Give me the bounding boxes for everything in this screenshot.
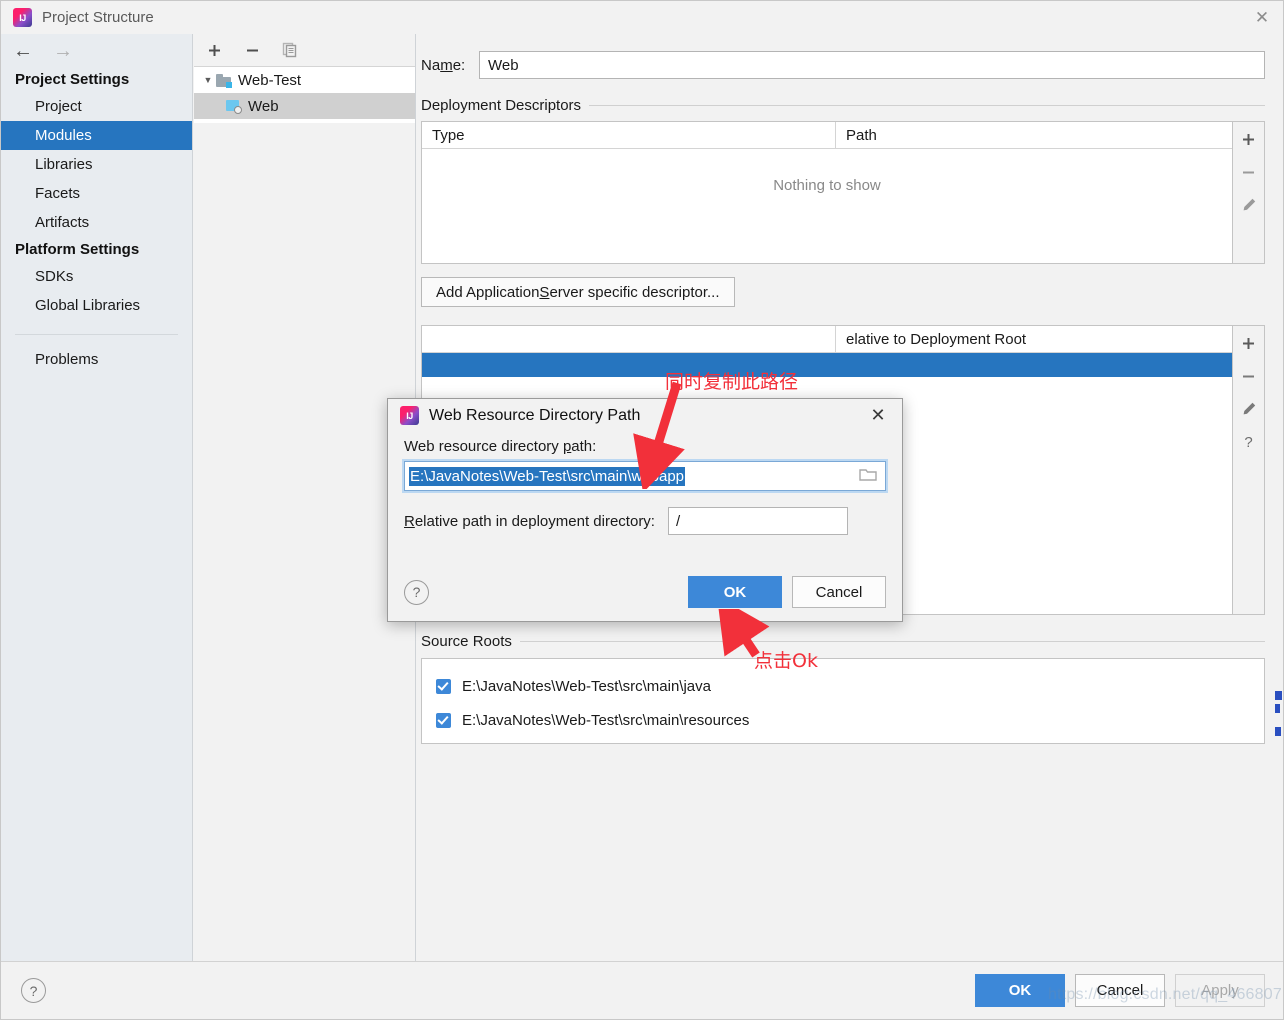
help-icon[interactable]: ? bbox=[21, 978, 46, 1003]
modal-ok-button[interactable]: OK bbox=[688, 576, 782, 608]
source-root-checkbox[interactable] bbox=[436, 678, 451, 694]
add-descriptor-icon[interactable] bbox=[1238, 128, 1260, 150]
table-row[interactable] bbox=[422, 353, 1232, 377]
remove-module-icon[interactable] bbox=[241, 39, 263, 61]
annotation-copy-path: 同时复制此路径 bbox=[665, 371, 799, 393]
add-web-resource-icon[interactable] bbox=[1238, 332, 1260, 354]
column-header-path-relative-to-deployment-root[interactable]: elative to Deployment Root bbox=[836, 326, 1232, 352]
deployment-descriptors-table: Type Path Nothing to show bbox=[421, 121, 1233, 264]
web-resource-directory-path-dialog: Web Resource Directory Path ✕ Web resour… bbox=[387, 398, 903, 622]
module-tree-panel: ▼ Web-Test Web bbox=[194, 34, 416, 963]
tree-node-web-test[interactable]: ▼ Web-Test bbox=[194, 67, 415, 93]
sidebar-group-platform-settings: Platform Settings bbox=[15, 241, 140, 258]
section-divider bbox=[519, 641, 1265, 642]
sidebar-item-project[interactable]: Project bbox=[1, 92, 192, 121]
annotation-click-ok: 点击Ok bbox=[754, 650, 818, 672]
back-arrow-icon[interactable]: ← bbox=[13, 41, 33, 61]
module-name-label: Name: bbox=[421, 56, 466, 74]
chevron-down-icon[interactable]: ▼ bbox=[200, 75, 216, 85]
add-module-icon[interactable] bbox=[203, 39, 225, 61]
table-header: Type Path bbox=[422, 122, 1232, 149]
tree-node-web[interactable]: Web bbox=[194, 93, 415, 119]
settings-sidebar: ← → Project Settings Project Modules Lib… bbox=[1, 34, 193, 963]
sidebar-item-libraries[interactable]: Libraries bbox=[1, 150, 192, 179]
watermark: https://blog.csdn.net/qq_46680711 bbox=[1048, 986, 1284, 1003]
web-resource-help-icon[interactable]: ? bbox=[1238, 431, 1260, 453]
sidebar-item-sdks[interactable]: SDKs bbox=[1, 262, 192, 291]
tree-node-label: Web bbox=[248, 97, 279, 115]
add-application-server-descriptor-button[interactable]: Add Application Server specific descript… bbox=[421, 277, 735, 307]
deployment-descriptors-table-wrap: Type Path Nothing to show bbox=[421, 121, 1265, 264]
window-titlebar: Project Structure ✕ bbox=[1, 1, 1283, 34]
browse-folder-icon[interactable] bbox=[859, 467, 877, 485]
relative-path-row: Relative path in deployment directory: bbox=[404, 507, 886, 535]
column-header-path[interactable]: Path bbox=[836, 122, 1232, 148]
list-item[interactable]: E:\JavaNotes\Web-Test\src\main\java bbox=[436, 669, 1264, 703]
column-header-type[interactable]: Type bbox=[422, 122, 836, 148]
project-structure-window: Project Structure ✕ ← → Project Settings… bbox=[0, 0, 1284, 1020]
navigation-arrows: ← → bbox=[1, 34, 192, 67]
sidebar-item-problems[interactable]: Problems bbox=[1, 345, 192, 374]
close-icon[interactable]: ✕ bbox=[1239, 1, 1283, 34]
modal-help-icon[interactable]: ? bbox=[404, 579, 429, 605]
remove-web-resource-icon[interactable] bbox=[1238, 365, 1260, 387]
relative-path-label: Relative path in deployment directory: bbox=[404, 512, 655, 530]
copy-module-icon[interactable] bbox=[279, 39, 301, 61]
web-module-icon bbox=[226, 99, 242, 114]
source-root-checkbox[interactable] bbox=[436, 712, 451, 728]
web-resource-directory-path-input[interactable]: E:\JavaNotes\Web-Test\src\main\webapp bbox=[402, 459, 888, 493]
source-roots-list: E:\JavaNotes\Web-Test\src\main\java E:\J… bbox=[421, 658, 1265, 744]
source-roots-header: Source Roots bbox=[421, 633, 1265, 650]
intellij-idea-logo-icon bbox=[13, 8, 32, 27]
deployment-descriptors-header: Deployment Descriptors bbox=[421, 97, 1265, 114]
source-root-path: E:\JavaNotes\Web-Test\src\main\resources bbox=[462, 711, 750, 729]
modal-close-icon[interactable]: ✕ bbox=[858, 399, 898, 432]
source-roots-title: Source Roots bbox=[421, 633, 512, 650]
module-tree-toolbar bbox=[194, 34, 415, 67]
module-name-input[interactable] bbox=[479, 51, 1265, 79]
section-divider bbox=[589, 105, 1265, 106]
forward-arrow-icon[interactable]: → bbox=[53, 41, 73, 61]
relative-path-input[interactable] bbox=[667, 507, 848, 535]
intellij-idea-logo-icon bbox=[400, 406, 419, 425]
sidebar-group-project-settings: Project Settings bbox=[15, 71, 130, 88]
edit-descriptor-pencil-icon[interactable] bbox=[1238, 194, 1260, 216]
list-item[interactable]: E:\JavaNotes\Web-Test\src\main\resources bbox=[436, 703, 1264, 737]
deployment-descriptors-title: Deployment Descriptors bbox=[421, 97, 582, 114]
modal-titlebar: Web Resource Directory Path ✕ bbox=[388, 399, 902, 432]
table-empty-message: Nothing to show bbox=[773, 177, 881, 194]
module-tree: ▼ Web-Test Web bbox=[194, 67, 415, 123]
module-name-row: Name: bbox=[417, 34, 1283, 79]
window-title: Project Structure bbox=[42, 9, 154, 26]
remove-descriptor-icon[interactable] bbox=[1238, 161, 1260, 183]
modal-cancel-button[interactable]: Cancel bbox=[792, 576, 886, 608]
table-header: elative to Deployment Root bbox=[422, 326, 1232, 353]
modal-footer: ? OK Cancel bbox=[388, 563, 902, 621]
sidebar-item-facets[interactable]: Facets bbox=[1, 179, 192, 208]
source-root-path: E:\JavaNotes\Web-Test\src\main\java bbox=[462, 677, 711, 695]
folder-icon bbox=[216, 73, 232, 88]
modal-title: Web Resource Directory Path bbox=[429, 406, 641, 424]
sidebar-item-global-libraries[interactable]: Global Libraries bbox=[1, 291, 192, 320]
path-selected-text: E:\JavaNotes\Web-Test\src\main\webapp bbox=[409, 466, 686, 486]
modal-action-buttons: OK Cancel bbox=[688, 576, 886, 608]
modal-body: Web resource directory path: E:\JavaNote… bbox=[388, 432, 902, 535]
column-header-web-resource-directory[interactable] bbox=[422, 326, 836, 352]
edit-web-resource-pencil-icon[interactable] bbox=[1238, 398, 1260, 420]
tree-node-label: Web-Test bbox=[238, 71, 302, 89]
sidebar-item-modules[interactable]: Modules bbox=[1, 121, 192, 150]
sidebar-item-artifacts[interactable]: Artifacts bbox=[1, 208, 192, 237]
clipped-edge-content bbox=[1275, 691, 1283, 740]
sidebar-divider bbox=[15, 334, 178, 335]
deployment-table-tools bbox=[1233, 121, 1265, 264]
web-resource-directory-path-label: Web resource directory path: bbox=[404, 438, 597, 455]
web-resource-table-tools: ? bbox=[1233, 325, 1265, 615]
